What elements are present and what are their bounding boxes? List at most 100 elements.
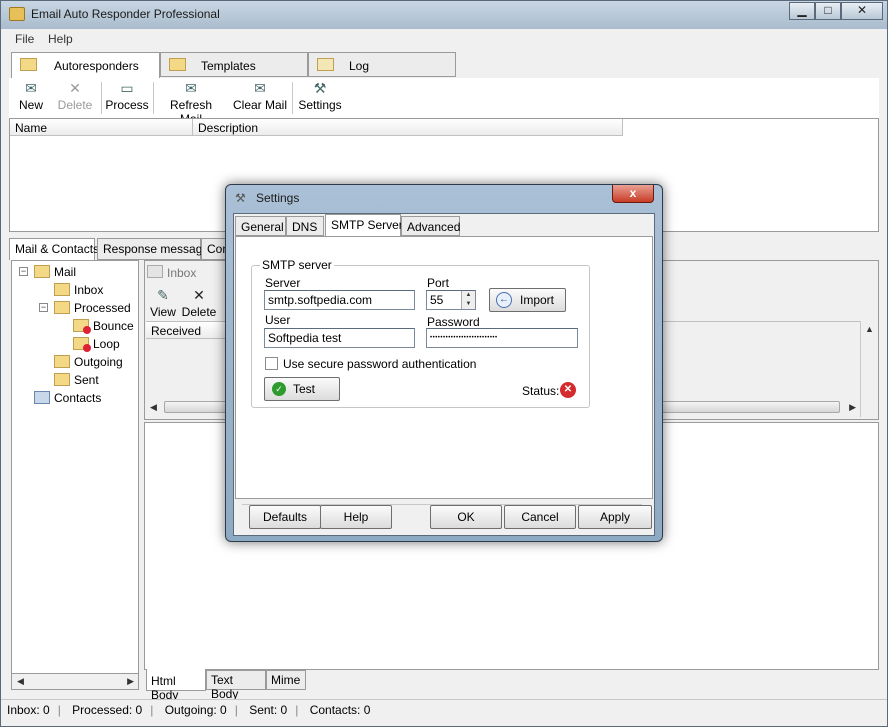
folder-icon [147,265,163,278]
tab-dns[interactable]: DNS [286,216,324,236]
window-title: Email Auto Responder Professional [31,7,220,21]
status-bar: Inbox: 0 | Processed: 0 | Outgoing: 0 | Sen… [1,699,887,719]
collapse-mail-toggle[interactable]: − [19,267,28,276]
toolbar-separator [101,82,102,114]
scroll-up-icon[interactable]: ▲ [865,324,874,334]
app-envelope-icon [9,7,25,21]
inbox-pane-title: Inbox [147,263,227,281]
scroll-right-icon[interactable]: ▶ [849,402,856,413]
tab-mail-contacts[interactable]: Mail & Contacts [9,238,99,260]
process-button[interactable]: ▭ Process [105,80,149,116]
status-sent-count: Sent: 0 [249,703,288,717]
tab-response-message[interactable]: Response message [97,238,209,260]
new-button[interactable]: ✉ New [13,80,49,116]
secure-auth-checkbox[interactable] [265,357,278,370]
dialog-title: Settings [256,191,300,205]
status-contacts-count: Contacts: 0 [309,703,371,717]
help-button[interactable]: Help [320,505,392,529]
user-label: User [265,313,291,327]
arrow-left-icon: ← [496,292,512,308]
column-header-description[interactable]: Description [193,119,623,136]
minimize-button[interactable]: ▁ [789,2,815,20]
menu-help[interactable]: Help [48,32,73,46]
tab-mime[interactable]: Mime [266,670,306,690]
maximize-button[interactable]: □ [815,2,841,20]
ok-button[interactable]: OK [430,505,502,529]
process-icon: ▭ [120,80,134,96]
folder-icon [34,265,50,278]
toolbar: ✉ New ✕ Delete ▭ Process ✉ Refresh Mail … [9,78,879,126]
password-label: Password [427,315,480,329]
defaults-button[interactable]: Defaults [249,505,321,529]
new-icon: ✉ [25,80,37,96]
delete-icon: ✕ [69,80,81,96]
clear-mail-icon: ✉ [254,80,266,96]
tab-smtp-server[interactable]: SMTP Server [325,214,403,237]
tab-autoresponders[interactable]: Autoresponders [11,52,160,78]
title-bar: Email Auto Responder Professional ▁ □ ✕ [1,1,887,29]
settings-icon: ⚒ [235,191,246,205]
folder-tree: − Mail Inbox − Processed Bounce Loop Out… [11,260,139,690]
dialog-body: General DNS SMTP Server Advanced SMTP se… [233,213,655,536]
stepper-up-icon[interactable]: ▲ [462,291,475,300]
secure-auth-label: Use secure password authentication [283,357,477,371]
tab-templates[interactable]: Templates [160,52,308,77]
scroll-right-icon[interactable]: ▶ [127,676,134,687]
toolbar-separator [153,82,154,114]
loop-folder-icon [73,337,91,352]
port-label: Port [427,276,450,290]
close-button[interactable]: ✕ [841,2,883,20]
import-button[interactable]: ← Import [489,288,566,312]
status-label: Status: [522,384,560,398]
refresh-mail-button[interactable]: ✉ Refresh Mail [159,80,223,126]
outgoing-folder-icon [54,355,70,368]
column-header-name[interactable]: Name [10,119,193,136]
test-button[interactable]: ✓ Test [264,377,340,401]
view-button[interactable]: ✎ View [149,287,177,323]
bounce-folder-icon [73,319,91,334]
tab-general[interactable]: General [235,216,286,236]
scroll-left-icon[interactable]: ◀ [150,402,157,413]
folder-icon [54,283,70,296]
menu-file[interactable]: File [15,32,34,46]
status-error-icon: ✕ [560,382,576,398]
scroll-left-icon[interactable]: ◀ [17,676,24,687]
delete-icon: ✕ [193,287,205,303]
tab-text-body[interactable]: Text Body [206,670,266,701]
folder-icon [54,301,70,314]
delete-button[interactable]: ✕ Delete [53,80,97,116]
menu-bar: File Help [1,29,887,49]
password-input[interactable]: •••••••••••••••••••••••••• [426,328,578,348]
apply-button[interactable]: Apply [578,505,652,529]
status-outgoing-count: Outgoing: 0 [164,703,227,717]
folder-icon [20,58,37,71]
stepper-down-icon[interactable]: ▼ [462,300,475,309]
settings-icon: ⚒ [313,80,327,96]
tab-log[interactable]: Log [308,52,456,77]
status-inbox-count: Inbox: 0 [7,703,50,717]
cancel-button[interactable]: Cancel [504,505,576,529]
folder-icon [169,58,186,71]
tab-html-body[interactable]: Html Body [146,669,206,702]
port-input[interactable]: 55 ▲ ▼ [426,290,476,310]
server-label: Server [265,276,301,290]
settings-dialog: ⚒ Settings x General DNS SMTP Server Adv… [225,184,663,542]
port-stepper[interactable]: ▲ ▼ [461,291,475,309]
user-input[interactable]: Softpedia test [264,328,415,348]
clear-mail-button[interactable]: ✉ Clear Mail [233,80,287,116]
tree-horizontal-scrollbar[interactable]: ◀ ▶ [11,673,139,690]
smtp-server-group: SMTP server Server smtp.softpedia.com Po… [251,258,590,408]
delete-message-button[interactable]: ✕ Delete [181,287,217,323]
check-icon: ✓ [272,382,286,396]
inbox-vertical-scrollbar[interactable]: ▲ [860,321,877,417]
dialog-close-button[interactable]: x [612,185,654,203]
column-header-received[interactable]: Received [146,322,226,339]
contacts-icon [34,391,50,404]
collapse-processed-toggle[interactable]: − [39,303,48,312]
tab-advanced[interactable]: Advanced [401,216,460,236]
settings-button[interactable]: ⚒ Settings [297,80,343,116]
group-label: SMTP server [260,258,334,272]
smtp-server-panel: SMTP server Server smtp.softpedia.com Po… [235,236,653,499]
view-icon: ✎ [157,287,169,303]
server-input[interactable]: smtp.softpedia.com [264,290,415,310]
